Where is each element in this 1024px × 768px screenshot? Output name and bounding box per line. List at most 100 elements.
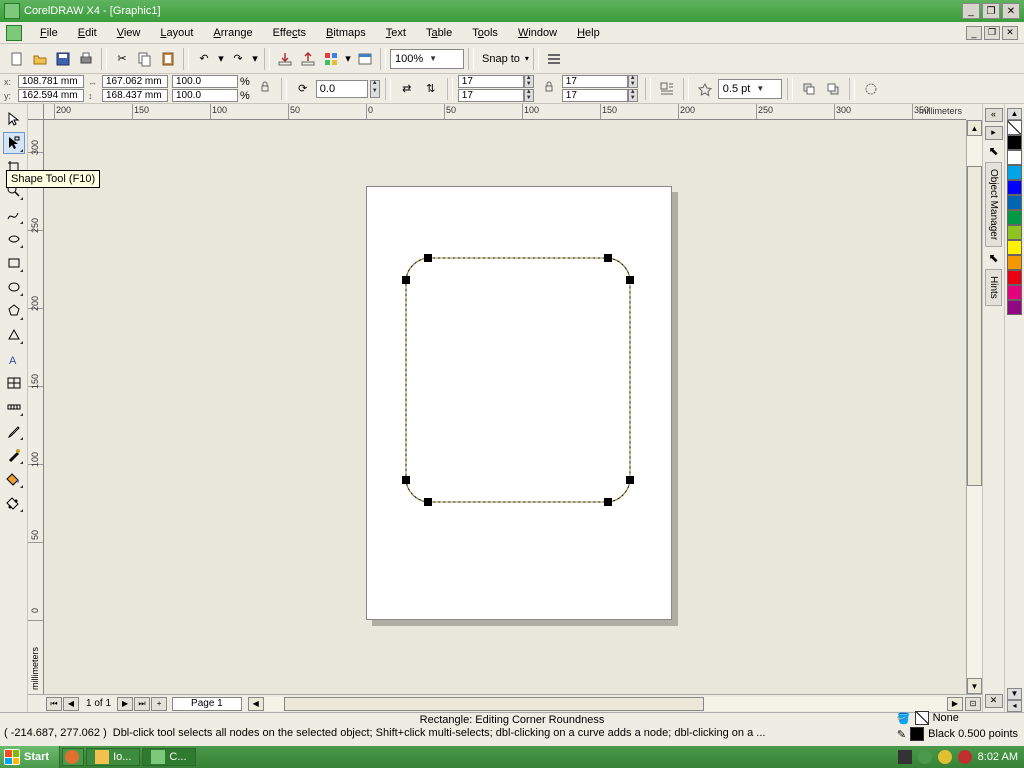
- vertical-scrollbar[interactable]: ▲ ▼: [966, 120, 982, 694]
- mirror-h-button[interactable]: ⇄: [396, 78, 418, 100]
- new-button[interactable]: [6, 48, 28, 70]
- page-tab[interactable]: Page 1: [172, 697, 242, 711]
- tray-clock[interactable]: 8:02 AM: [978, 751, 1018, 763]
- docker-close-button[interactable]: ✕: [985, 694, 1003, 708]
- undo-button[interactable]: ↶: [193, 48, 215, 70]
- first-page-button[interactable]: ⏮: [46, 697, 62, 711]
- prev-page-button[interactable]: ◀: [63, 697, 79, 711]
- fill-swatch[interactable]: [915, 711, 929, 725]
- docker-expand-button[interactable]: «: [985, 108, 1003, 122]
- redo-dropdown[interactable]: ▾: [250, 48, 260, 70]
- node-tr-h[interactable]: [604, 254, 612, 262]
- color-swatch-5[interactable]: [1007, 210, 1022, 225]
- menu-layout[interactable]: Layout: [150, 25, 203, 41]
- outline-width-combo[interactable]: 0.5 pt▼: [718, 79, 782, 99]
- interactive-tool[interactable]: [3, 396, 25, 418]
- last-page-button[interactable]: ⏭: [134, 697, 150, 711]
- color-swatch-6[interactable]: [1007, 225, 1022, 240]
- task-item-2[interactable]: C...: [142, 748, 195, 766]
- color-swatch-0[interactable]: [1007, 135, 1022, 150]
- close-button[interactable]: ✕: [1002, 3, 1020, 19]
- menu-view[interactable]: View: [107, 25, 151, 41]
- smart-fill-tool[interactable]: [3, 228, 25, 250]
- width-input[interactable]: [102, 75, 168, 88]
- corner-br-spinner[interactable]: ▲▼: [628, 89, 638, 102]
- palette-up-button[interactable]: ▲: [1007, 108, 1022, 120]
- next-page-button[interactable]: ▶: [117, 697, 133, 711]
- color-swatch-3[interactable]: [1007, 180, 1022, 195]
- corner-br-input[interactable]: [562, 89, 628, 102]
- polygon-tool[interactable]: [3, 300, 25, 322]
- horizontal-scrollbar[interactable]: ◀ ▶: [248, 697, 963, 711]
- task-item-1[interactable]: Io...: [86, 748, 140, 766]
- convert-curves-button[interactable]: [860, 78, 882, 100]
- node-br-v[interactable]: [626, 476, 634, 484]
- interactive-fill-tool[interactable]: [3, 492, 25, 514]
- options-button[interactable]: [543, 48, 565, 70]
- menu-tools[interactable]: Tools: [462, 25, 508, 41]
- doc-restore-button[interactable]: ❐: [984, 26, 1000, 40]
- doc-minimize-button[interactable]: _: [966, 26, 982, 40]
- scroll-right-button[interactable]: ▶: [947, 697, 963, 711]
- shape-tool[interactable]: [3, 132, 25, 154]
- ruler-vertical[interactable]: millimeters 300250200150100500: [28, 120, 44, 694]
- mirror-v-button[interactable]: ⇅: [420, 78, 442, 100]
- text-tool[interactable]: A: [3, 348, 25, 370]
- snap-dropdown[interactable]: ▾: [525, 54, 529, 63]
- basic-shapes-tool[interactable]: [3, 324, 25, 346]
- height-input[interactable]: [102, 89, 168, 102]
- hscroll-thumb[interactable]: [284, 697, 704, 711]
- corner-bl-spinner[interactable]: ▲▼: [524, 89, 534, 102]
- node-tr-v[interactable]: [626, 276, 634, 284]
- color-swatch-4[interactable]: [1007, 195, 1022, 210]
- scroll-left-button[interactable]: ◀: [248, 697, 264, 711]
- color-swatch-10[interactable]: [1007, 285, 1022, 300]
- node-bl-v[interactable]: [402, 476, 410, 484]
- freehand-tool[interactable]: [3, 204, 25, 226]
- ruler-horizontal[interactable]: millimeters 2001501005005010015020025030…: [44, 104, 966, 120]
- open-button[interactable]: [29, 48, 51, 70]
- scroll-down-button[interactable]: ▼: [967, 678, 982, 694]
- docker-object-manager[interactable]: Object Manager: [985, 162, 1002, 247]
- scale-x-input[interactable]: [172, 75, 238, 88]
- ellipse-tool[interactable]: [3, 276, 25, 298]
- corner-tl-input[interactable]: [458, 75, 524, 88]
- color-swatch-1[interactable]: [1007, 150, 1022, 165]
- color-swatch-11[interactable]: [1007, 300, 1022, 315]
- save-button[interactable]: [52, 48, 74, 70]
- ruler-origin[interactable]: [28, 104, 44, 120]
- drawing-canvas[interactable]: [44, 120, 966, 694]
- undo-dropdown[interactable]: ▾: [216, 48, 226, 70]
- rectangle-tool[interactable]: [3, 252, 25, 274]
- menu-help[interactable]: Help: [567, 25, 610, 41]
- color-swatch-7[interactable]: [1007, 240, 1022, 255]
- color-swatch-9[interactable]: [1007, 270, 1022, 285]
- rotation-input[interactable]: [316, 80, 368, 98]
- outline-swatch[interactable]: [910, 727, 924, 741]
- app-launcher-button[interactable]: [320, 48, 342, 70]
- cut-button[interactable]: ✂: [111, 48, 133, 70]
- color-swatch-2[interactable]: [1007, 165, 1022, 180]
- palette-down-button[interactable]: ▼: [1007, 688, 1022, 700]
- y-input[interactable]: [18, 89, 84, 102]
- print-button[interactable]: [75, 48, 97, 70]
- tray-icon-1[interactable]: [898, 750, 912, 764]
- tray-icon-3[interactable]: [938, 750, 952, 764]
- copy-button[interactable]: [134, 48, 156, 70]
- app-launcher-dropdown[interactable]: ▾: [343, 48, 353, 70]
- outline-tool[interactable]: [3, 444, 25, 466]
- start-button[interactable]: Start: [0, 746, 60, 768]
- menu-edit[interactable]: Edit: [68, 25, 107, 41]
- menu-text[interactable]: Text: [376, 25, 416, 41]
- tray-icon-4[interactable]: [958, 750, 972, 764]
- docker-flyout-button[interactable]: ▸: [985, 126, 1003, 140]
- corner-lock-button[interactable]: [538, 78, 560, 100]
- menu-bitmaps[interactable]: Bitmaps: [316, 25, 376, 41]
- zoom-combo[interactable]: 100%▼: [390, 49, 464, 69]
- paste-button[interactable]: [157, 48, 179, 70]
- fill-tool[interactable]: [3, 468, 25, 490]
- x-input[interactable]: [18, 75, 84, 88]
- menu-effects[interactable]: Effects: [263, 25, 316, 41]
- corner-tr-spinner[interactable]: ▲▼: [628, 75, 638, 88]
- scale-y-input[interactable]: [172, 89, 238, 102]
